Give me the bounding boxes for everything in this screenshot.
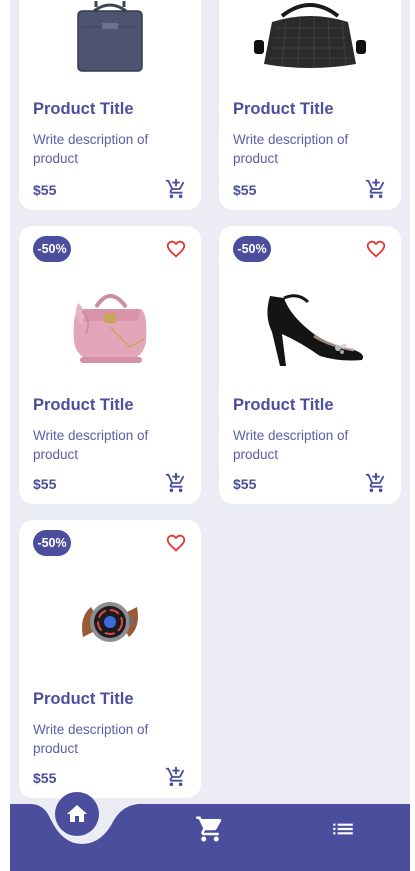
cart-icon	[196, 816, 222, 842]
product-title: Product Title	[33, 100, 134, 118]
product-price: $55	[233, 476, 257, 492]
product-price: $55	[33, 770, 57, 786]
product-title: Product Title	[33, 690, 134, 708]
product-title: Product Title	[233, 100, 334, 118]
product-price: $55	[233, 182, 257, 198]
bottom-navigation-bar	[10, 792, 410, 871]
discount-badge: -50%	[33, 530, 71, 556]
product-card[interactable]: -50% Product Title Write description of …	[19, 520, 201, 798]
pink-handbag-icon	[19, 276, 201, 376]
product-card[interactable]: Product Title Write description of produ…	[219, 0, 401, 210]
product-card[interactable]: -50% Product Title Write description of …	[219, 226, 401, 504]
duffel-bag-icon	[219, 0, 401, 80]
product-card[interactable]: -50% Product Title Write description of …	[19, 226, 201, 504]
add-to-cart-icon[interactable]	[165, 766, 187, 788]
product-description: Write description of product	[33, 722, 149, 756]
favorite-heart-icon[interactable]	[365, 238, 387, 260]
product-description: Write description of product	[33, 132, 149, 166]
add-to-cart-icon[interactable]	[165, 472, 187, 494]
product-card[interactable]: Product Title Write description of produ…	[19, 0, 201, 210]
add-to-cart-icon[interactable]	[365, 178, 387, 200]
favorite-heart-icon[interactable]	[165, 532, 187, 554]
home-icon	[67, 805, 87, 822]
discount-badge: -50%	[233, 236, 271, 262]
add-to-cart-icon[interactable]	[365, 472, 387, 494]
discount-badge: -50%	[33, 236, 71, 262]
right-edge	[410, 0, 415, 871]
add-to-cart-icon[interactable]	[165, 178, 187, 200]
product-price: $55	[33, 182, 57, 198]
product-title: Product Title	[233, 396, 334, 414]
product-description: Write description of product	[233, 428, 349, 462]
high-heel-sandal-icon	[219, 280, 401, 376]
nav-cart-button[interactable]	[195, 814, 225, 844]
product-description: Write description of product	[33, 428, 149, 462]
list-icon	[333, 823, 353, 835]
favorite-heart-icon[interactable]	[165, 238, 187, 260]
nav-home-button[interactable]	[55, 792, 99, 836]
product-price: $55	[33, 476, 57, 492]
nav-list-button[interactable]	[330, 816, 356, 842]
product-title: Product Title	[33, 396, 134, 414]
product-description: Write description of product	[233, 132, 349, 166]
laptop-bag-icon	[19, 0, 201, 80]
smartwatch-icon	[19, 580, 201, 664]
left-edge	[0, 0, 10, 871]
